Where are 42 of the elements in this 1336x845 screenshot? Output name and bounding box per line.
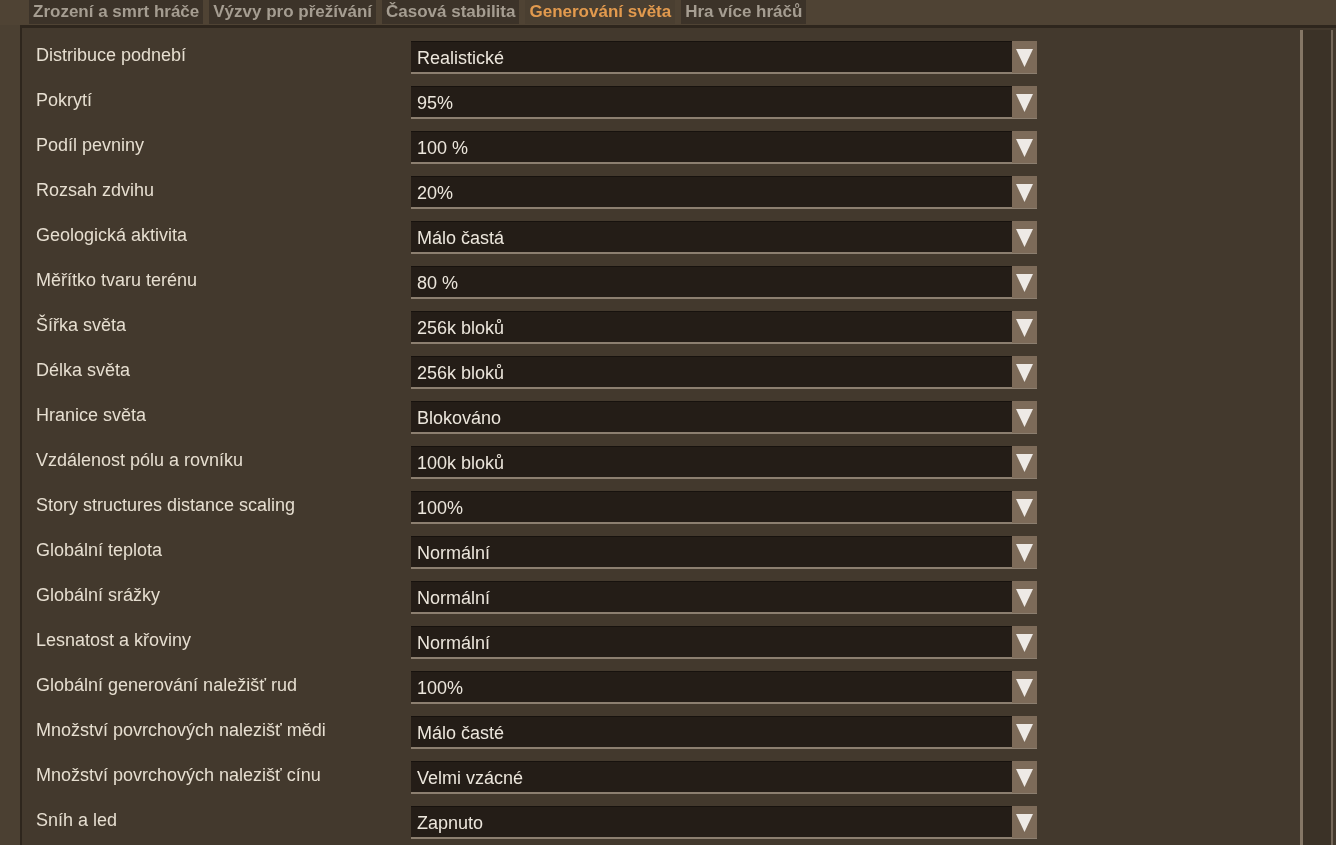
dropdown[interactable]: Normální (411, 626, 1037, 659)
dropdown[interactable]: Málo časté (411, 716, 1037, 749)
dropdown[interactable]: 95% (411, 86, 1037, 119)
setting-label: Šířka světa (36, 313, 128, 336)
setting-label: Sníh a led (36, 808, 119, 831)
setting-label: Distribuce podnebí (36, 43, 188, 66)
dropdown[interactable]: 20% (411, 176, 1037, 209)
dropdown[interactable]: 80 % (411, 266, 1037, 299)
dropdown[interactable]: Normální (411, 581, 1037, 614)
dropdown[interactable]: Realistické (411, 41, 1037, 74)
setting-label: Rozsah zdvihu (36, 178, 156, 201)
setting-label: Globální teplota (36, 538, 164, 561)
setting-label: Globální srážky (36, 583, 162, 606)
setting-label: Množství povrchových nalezišť cínu (36, 763, 322, 786)
tab[interactable]: Výzvy pro přežívání (209, 0, 376, 24)
tab[interactable]: Hra více hráčů (681, 0, 807, 24)
dropdown[interactable]: Málo častá (411, 221, 1037, 254)
dropdown[interactable]: Blokováno (411, 401, 1037, 434)
dropdown[interactable]: Velmi vzácné (411, 761, 1037, 794)
dropdown[interactable]: 100% (411, 491, 1037, 524)
setting-label: Vzdálenost pólu a rovníku (36, 448, 245, 471)
setting-label: Měřítko tvaru terénu (36, 268, 199, 291)
setting-label: Podíl pevniny (36, 133, 146, 156)
tab[interactable]: Zrození a smrt hráče (29, 0, 204, 24)
dropdown[interactable]: 100k bloků (411, 446, 1037, 479)
dropdown[interactable]: 256k bloků (411, 311, 1037, 344)
scrollbar[interactable] (1300, 30, 1333, 845)
dropdown[interactable]: 100% (411, 671, 1037, 704)
setting-label: Globální generování naležišť rud (36, 673, 298, 696)
setting-label: Geologická aktivita (36, 223, 189, 246)
dropdown[interactable]: Normální (411, 536, 1037, 569)
tab[interactable]: Časová stabilita (382, 0, 520, 24)
dropdown[interactable]: 100 % (411, 131, 1037, 164)
dropdown[interactable]: Zapnuto (411, 806, 1037, 839)
setting-label: Délka světa (36, 358, 132, 381)
setting-label: Množství povrchových nalezišť mědi (36, 718, 327, 741)
setting-label: Pokrytí (36, 88, 93, 111)
setting-label: Lesnatost a křoviny (36, 628, 193, 651)
dropdown[interactable]: 256k bloků (411, 356, 1037, 389)
setting-label: Hranice světa (36, 403, 148, 426)
setting-label: Story structures distance scaling (36, 493, 297, 516)
tab[interactable]: Generování světa (525, 0, 676, 24)
